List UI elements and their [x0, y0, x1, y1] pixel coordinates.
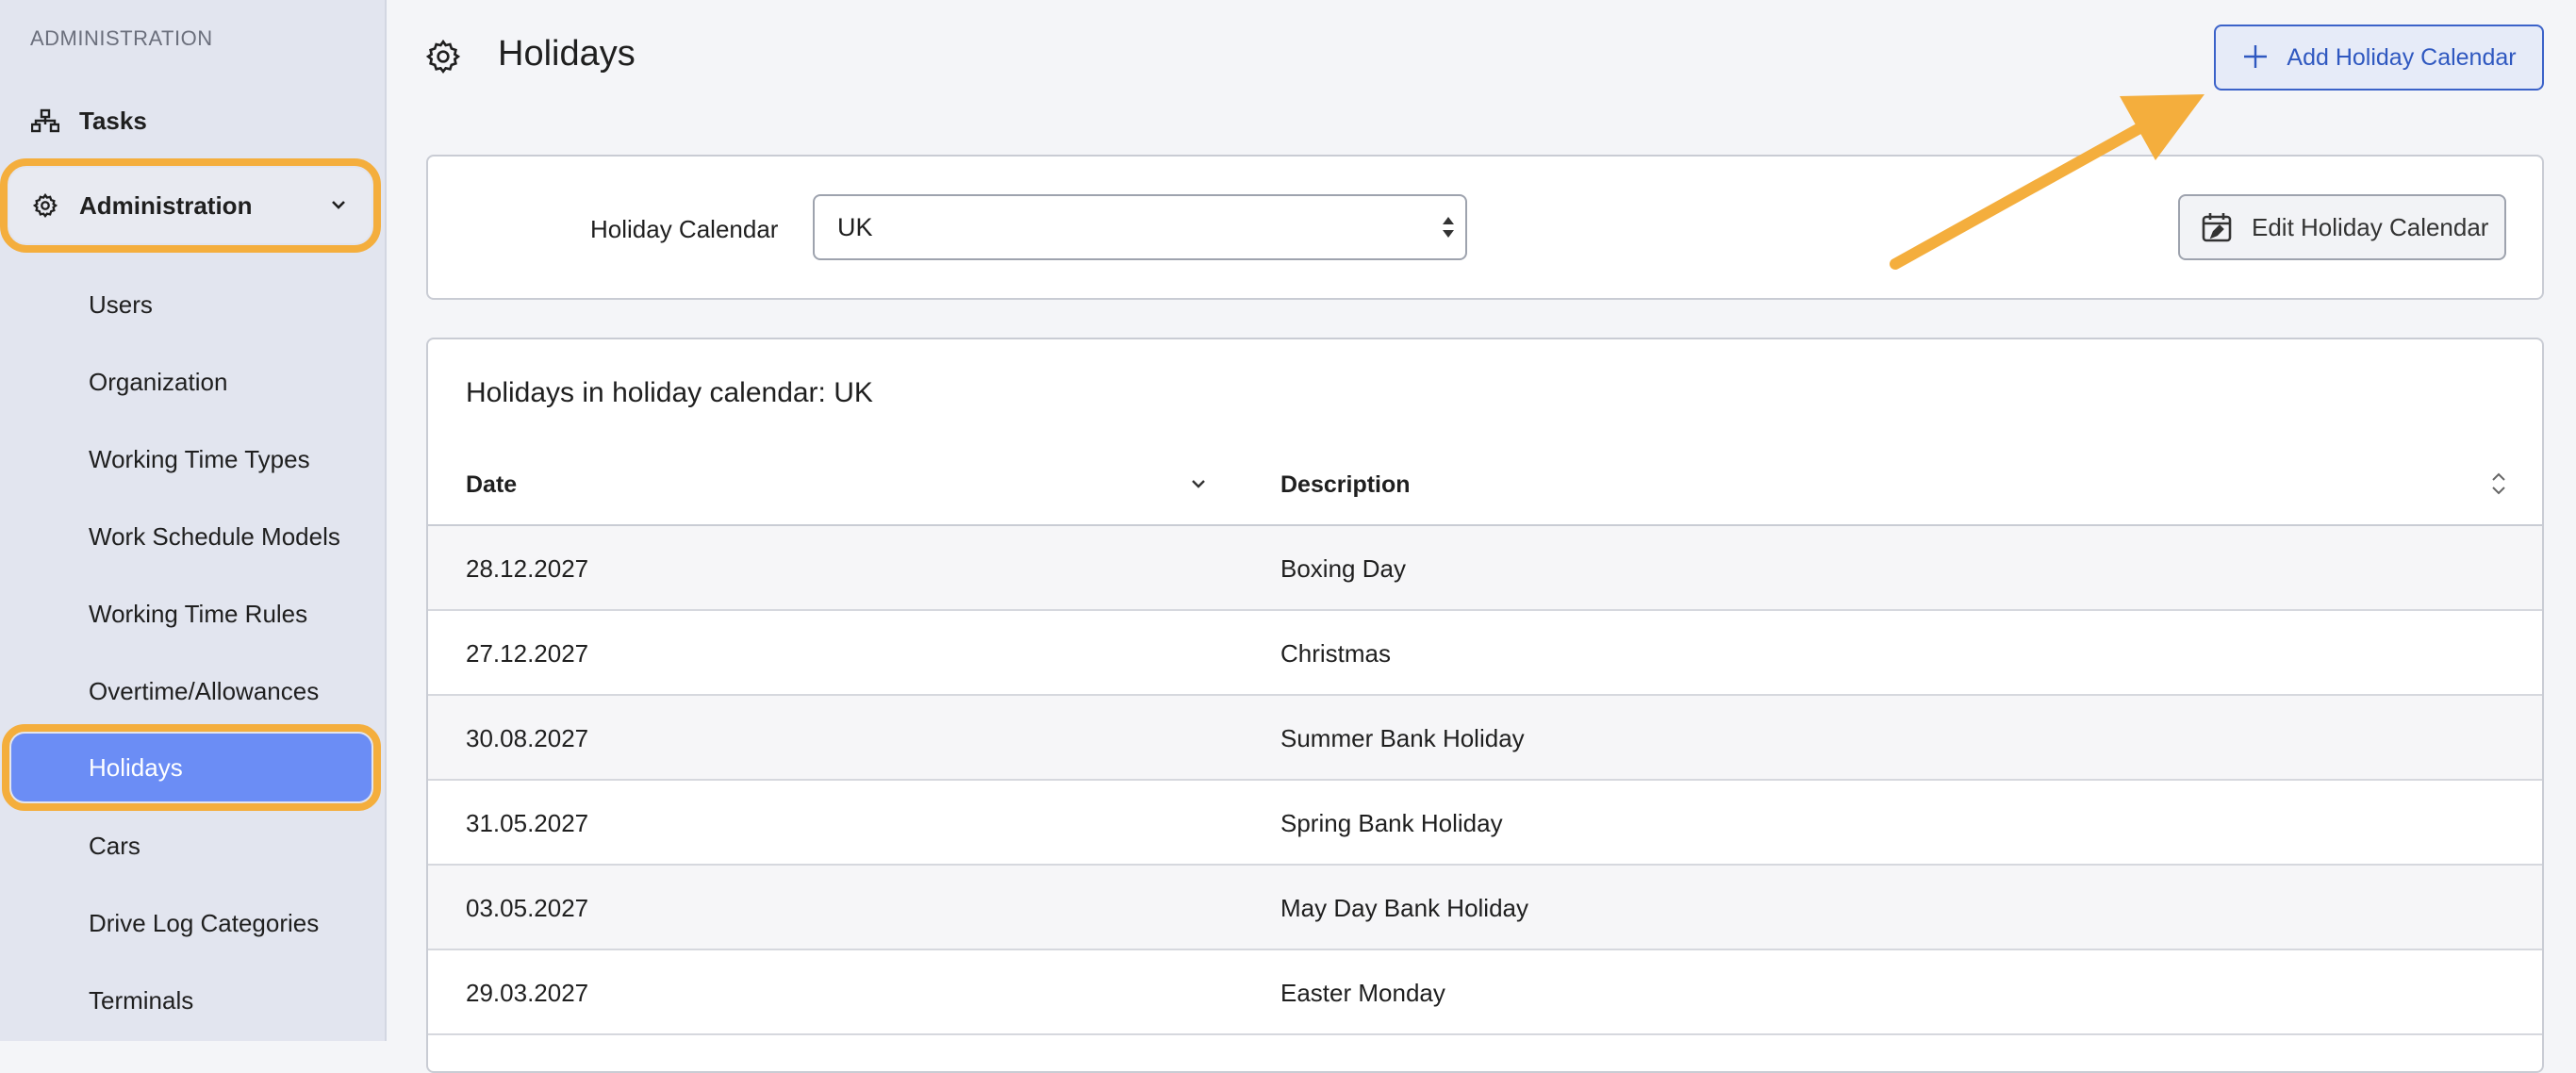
holidays-table-card: Holidays in holiday calendar: UK Date De… — [426, 338, 2544, 1073]
add-holiday-calendar-label: Add Holiday Calendar — [2287, 43, 2517, 71]
column-header-description[interactable]: Description — [1280, 471, 1411, 499]
table-caption: Holidays in holiday calendar: UK — [466, 377, 873, 408]
edit-holiday-calendar-button[interactable]: Edit Holiday Calendar — [2178, 194, 2506, 260]
gear-icon — [424, 38, 462, 75]
sidebar-item-work-schedule-models[interactable]: Work Schedule Models — [89, 522, 340, 552]
table-row[interactable]: 30.08.2027 Summer Bank Holiday — [428, 696, 2542, 781]
sidebar-item-organization[interactable]: Organization — [89, 368, 227, 397]
description-cell: Spring Bank Holiday — [1280, 809, 1503, 837]
gear-icon — [30, 190, 60, 221]
chevron-down-icon — [328, 192, 349, 222]
filter-card: Holiday Calendar UK Edit Holiday Calenda… — [426, 155, 2544, 300]
sidebar-item-users[interactable]: Users — [89, 290, 153, 320]
description-cell: Boxing Day — [1280, 554, 1406, 583]
date-cell: 03.05.2027 — [466, 894, 589, 922]
table-row[interactable]: 31.05.2027 Spring Bank Holiday — [428, 781, 2542, 866]
add-holiday-calendar-button[interactable]: Add Holiday Calendar — [2214, 25, 2544, 91]
table-row[interactable]: 28.12.2027 Boxing Day — [428, 526, 2542, 611]
date-cell: 31.05.2027 — [466, 809, 589, 837]
date-cell: 28.12.2027 — [466, 554, 589, 583]
sidebar-item-holidays[interactable]: Holidays — [2, 724, 381, 811]
select-arrows-icon — [1439, 213, 1458, 248]
table-row[interactable]: 29.03.2027 Easter Monday — [428, 950, 2542, 1035]
sidebar-section-label: ADMINISTRATION — [30, 26, 213, 50]
sidebar-item-overtime-allowances[interactable]: Overtime/Allowances — [89, 677, 319, 706]
table-row[interactable]: 27.12.2027 Christmas — [428, 611, 2542, 696]
date-cell: 30.08.2027 — [466, 724, 589, 752]
sidebar-item-tasks[interactable]: Tasks — [9, 83, 377, 158]
edit-holiday-calendar-label: Edit Holiday Calendar — [2252, 212, 2489, 241]
sidebar-item-working-time-types[interactable]: Working Time Types — [89, 445, 310, 474]
holiday-calendar-select[interactable]: UK — [813, 194, 1467, 260]
sidebar-item-administration-label: Administration — [79, 190, 253, 220]
tasks-icon — [30, 106, 60, 136]
description-cell: Summer Bank Holiday — [1280, 724, 1525, 752]
holiday-calendar-label: Holiday Calendar — [590, 215, 779, 243]
plus-icon — [2241, 42, 2270, 73]
description-cell: May Day Bank Holiday — [1280, 894, 1528, 922]
date-cell: 29.03.2027 — [466, 979, 589, 1007]
holiday-calendar-select-value: UK — [837, 212, 873, 241]
calendar-edit-icon — [2201, 211, 2233, 243]
sort-both-icon[interactable] — [2489, 470, 2508, 503]
sidebar-item-working-time-rules[interactable]: Working Time Rules — [89, 600, 307, 629]
sidebar-item-administration[interactable]: Administration — [0, 158, 381, 253]
column-header-date[interactable]: Date — [466, 471, 517, 499]
date-cell: 27.12.2027 — [466, 639, 589, 668]
sort-desc-icon[interactable] — [1188, 473, 1209, 499]
table-header: Date Description — [428, 443, 2542, 526]
page-title: Holidays — [498, 34, 636, 74]
sidebar-item-drive-log-categories[interactable]: Drive Log Categories — [89, 909, 319, 938]
sidebar-item-terminals[interactable]: Terminals — [89, 986, 193, 1015]
description-cell: Christmas — [1280, 639, 1392, 668]
table-row[interactable]: 03.05.2027 May Day Bank Holiday — [428, 866, 2542, 950]
sidebar: ADMINISTRATION Tasks Administration User… — [0, 0, 387, 1041]
description-cell: Easter Monday — [1280, 979, 1445, 1007]
sidebar-item-tasks-label: Tasks — [79, 106, 147, 135]
sidebar-item-cars[interactable]: Cars — [89, 832, 140, 861]
